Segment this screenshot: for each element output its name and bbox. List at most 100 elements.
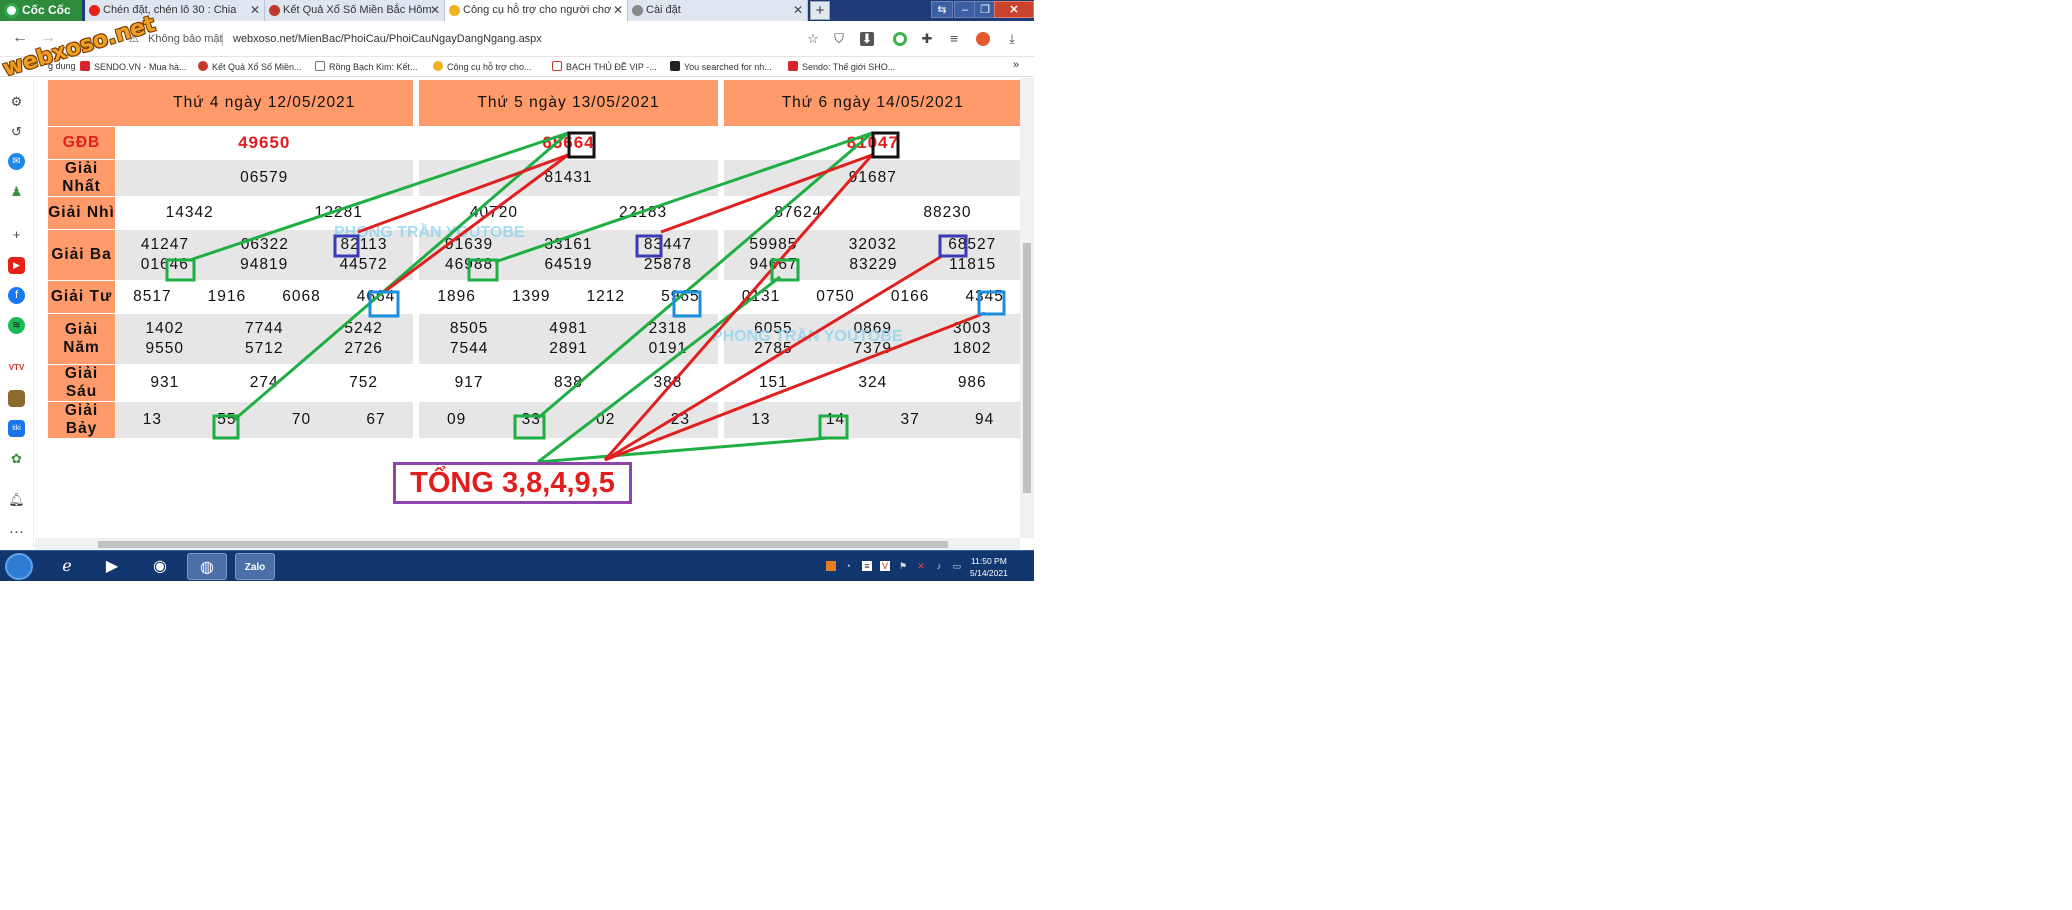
bell-icon[interactable]: 🔔︎ <box>8 491 25 508</box>
bookmark-sendo-shop[interactable]: Sendo: Thế giới SHO... <box>788 61 895 72</box>
screenshot: Cốc Cốc Chén đặt, chén lô 30 : Chia ✕ Kết… <box>0 0 1034 581</box>
profile-avatar[interactable] <box>976 32 990 46</box>
tab-cong-cu[interactable]: Công cụ hỗ trợ cho người chơ ✕ <box>445 0 628 21</box>
star-icon[interactable]: ☆ <box>806 32 820 46</box>
prize-values: 13 14 37 94 <box>724 411 1020 429</box>
tray-icon[interactable]: V <box>880 561 890 571</box>
game-icon[interactable] <box>8 390 25 407</box>
tray-icon[interactable]: ≡ <box>862 561 872 571</box>
bookmark-label: Công cụ hỗ trợ cho... <box>447 62 532 72</box>
back-arrow-icon[interactable]: ← <box>12 29 28 47</box>
close-icon[interactable]: ✕ <box>793 0 803 21</box>
address-bar[interactable]: ⚠ Không bảo mật webxoso.net/MienBac/Phoi… <box>123 27 833 52</box>
value-line: 59985 32032 68527 <box>724 236 1020 254</box>
value-line: 7544 2891 0191 <box>419 340 717 358</box>
bookmark-cong-cu[interactable]: Công cụ hỗ trợ cho... <box>433 61 531 72</box>
add-icon[interactable]: + <box>8 226 25 243</box>
taskbar-clock[interactable]: 11:50 PM 5/14/2021 <box>970 555 1008 579</box>
prize-value: 0191 <box>648 340 688 357</box>
window-close-button[interactable]: ✕ <box>994 1 1034 18</box>
download-manager-icon[interactable]: ⬇ <box>860 32 874 46</box>
tab-chen-lo[interactable]: Chén đặt, chén lô 30 : Chia ✕ <box>85 0 265 21</box>
gear-icon <box>632 5 643 16</box>
prize-values: 59985 32032 68527 94667 83229 11815 <box>724 230 1020 280</box>
browser-brand-label: Cốc Cốc <box>22 3 71 17</box>
day-header: Thứ 4 ngày 12/05/2021 <box>115 80 414 127</box>
bookmark-bach-thu[interactable]: BẠCH THỦ ĐỀ VIP -... <box>552 61 657 72</box>
media-list-icon[interactable]: ≡ <box>947 32 961 46</box>
prize-value: 3003 <box>953 320 992 337</box>
tab-label: Cài đặt <box>646 4 681 16</box>
prize-values: 40720 22183 <box>419 204 717 222</box>
vertical-scrollbar[interactable] <box>1020 78 1034 538</box>
prize-values: 931 274 752 <box>115 374 413 392</box>
vtv-icon[interactable]: VTV <box>8 359 25 376</box>
tray-icon[interactable]: ⚑ <box>898 561 908 571</box>
prize-value: 06322 <box>240 236 289 253</box>
tab-ket-qua[interactable]: Kết Quả Xổ Số Miền Bắc Hôm ✕ <box>265 0 445 21</box>
tray-icon[interactable] <box>826 561 836 571</box>
clock-time: 11:50 PM <box>971 556 1007 566</box>
row-nhat: Giải Nhất 06579 81431 91687 <box>48 160 1020 197</box>
puzzle-icon[interactable]: ✚ <box>920 32 934 46</box>
close-icon[interactable]: ✕ <box>250 0 260 21</box>
media-player-icon[interactable]: ▶ <box>92 553 132 580</box>
zalo-icon[interactable]: Zalo <box>235 553 275 580</box>
messenger-icon[interactable]: ✉ <box>8 153 25 170</box>
url-text[interactable]: webxoso.net/MienBac/PhoiCau/PhoiCauNgayD… <box>233 27 542 52</box>
chrome-icon[interactable]: ◉ <box>140 553 180 580</box>
prize-value: 752 <box>349 374 379 391</box>
new-tab-button[interactable]: + <box>810 1 830 20</box>
facebook-icon[interactable]: f <box>8 287 25 304</box>
shield-icon[interactable]: ⛉ <box>832 32 846 46</box>
close-icon[interactable]: ✕ <box>430 0 440 21</box>
youtube-icon[interactable]: ▶ <box>8 257 25 274</box>
gamepad-icon[interactable]: ♟ <box>8 183 25 200</box>
bookmark-you-searched[interactable]: You searched for nh... <box>670 61 772 72</box>
prize-value: 1802 <box>953 340 992 357</box>
scroll-thumb[interactable] <box>98 541 948 548</box>
history-icon[interactable]: ↺ <box>8 123 25 140</box>
prize-value: 94819 <box>240 256 289 273</box>
bookmark-ket-qua[interactable]: Kết Quả Xổ Số Miền... <box>198 61 302 72</box>
browser-brand[interactable]: Cốc Cốc <box>0 0 82 21</box>
speaker-icon[interactable]: ♪ <box>934 561 944 571</box>
security-label[interactable]: Không bảo mật <box>148 27 223 52</box>
scroll-thumb[interactable] <box>1023 243 1031 493</box>
prize-cell: 0131 0750 0166 4345 <box>723 281 1020 314</box>
tiki-icon[interactable]: tiki <box>8 420 25 437</box>
network-icon[interactable]: ▭ <box>952 561 962 571</box>
back-window-icon[interactable]: ⇆ <box>931 1 953 18</box>
extension-icon[interactable]: ✿ <box>8 450 25 467</box>
prize-value: 0166 <box>890 288 930 305</box>
minimize-button[interactable]: – <box>954 1 976 18</box>
more-icon[interactable]: … <box>8 521 25 541</box>
prize-value: 0750 <box>816 288 855 305</box>
prize-cell: 49650 <box>115 127 414 160</box>
restore-button[interactable]: ❐ <box>974 1 996 18</box>
prize-cell: 09 33 02 23 <box>419 402 718 439</box>
tab-cai-dat[interactable]: Cài đặt ✕ <box>628 0 808 21</box>
prize-cell: 59985 32032 68527 94667 83229 11815 <box>723 230 1020 281</box>
tray-icon[interactable]: ✕ <box>916 561 926 571</box>
prize-values: 87624 88230 <box>724 204 1020 222</box>
more-bookmarks-icon[interactable]: » <box>1013 59 1019 71</box>
extension-coccoc-icon[interactable] <box>893 32 907 46</box>
bookmark-rong-bach-kim[interactable]: Rồng Bạch Kim: Kết... <box>315 61 418 72</box>
bookmark-sendo[interactable]: SENDO.VN - Mua hà... <box>80 61 187 72</box>
site-favicon-icon <box>433 61 443 71</box>
tray-icon[interactable]: ◔ <box>843 561 853 571</box>
horizontal-scrollbar[interactable] <box>35 538 1020 550</box>
prize-value: 37 <box>900 411 920 428</box>
start-button[interactable] <box>5 553 33 580</box>
close-icon[interactable]: ✕ <box>613 0 623 21</box>
gear-icon[interactable]: ⚙ <box>8 93 25 110</box>
prize-value: 1896 <box>437 288 476 305</box>
coccoc-taskbar-icon[interactable]: ◍ <box>187 553 227 580</box>
spotify-icon[interactable]: ≋ <box>8 317 25 334</box>
value-line: 94667 83229 11815 <box>724 256 1020 274</box>
prize-value: 02 <box>596 411 616 428</box>
internet-explorer-icon[interactable]: ℯ <box>47 553 87 580</box>
prize-value: 22183 <box>619 204 668 221</box>
download-icon[interactable]: ⤓ <box>1005 32 1019 46</box>
